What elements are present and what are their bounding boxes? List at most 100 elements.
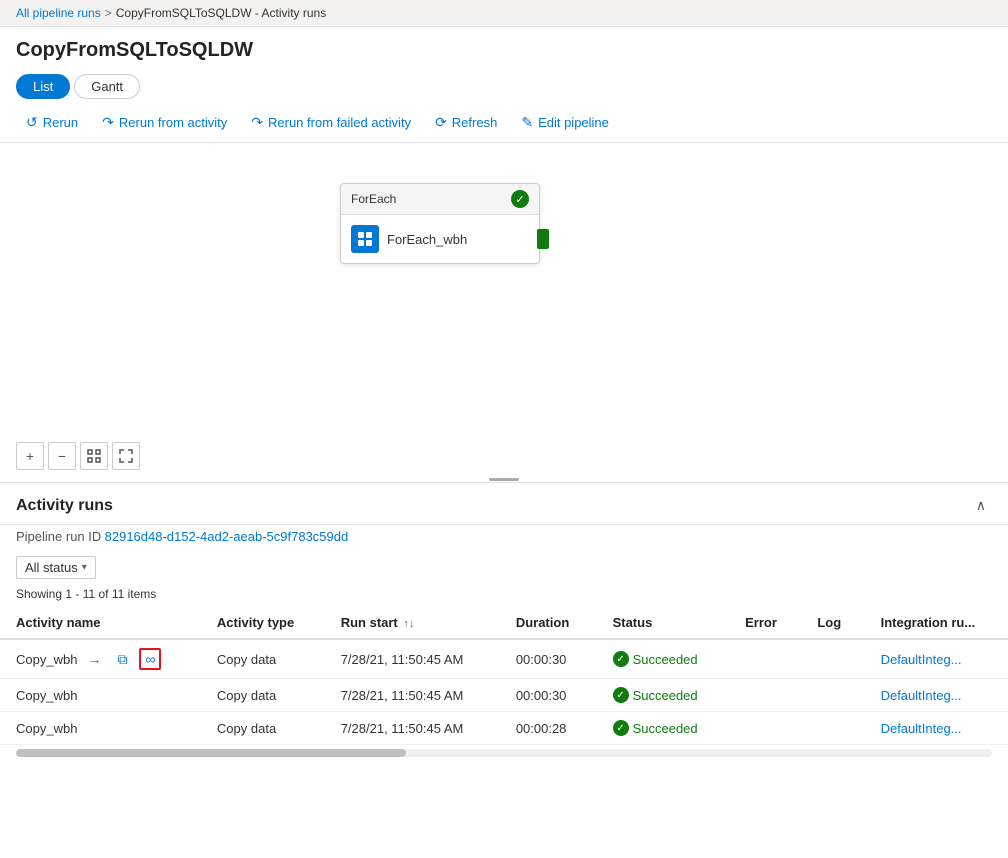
filter-bar: All status ▾ — [0, 552, 1008, 585]
rerun-from-activity-icon: ↷ — [102, 114, 114, 131]
duration-cell: 00:00:30 — [500, 679, 597, 712]
node-status-succeeded-icon: ✓ — [511, 190, 529, 208]
node-title: ForEach — [351, 192, 396, 206]
pipeline-node[interactable]: ForEach ✓ ForEach_wbh — [340, 183, 540, 264]
activity-type-cell: Copy data — [201, 679, 325, 712]
activity-type-cell: Copy data — [201, 712, 325, 745]
status-succeeded-icon: ✓ — [613, 651, 629, 667]
zoom-out-button[interactable]: − — [48, 442, 76, 470]
integration-runtime-cell[interactable]: DefaultInteg... — [865, 639, 1008, 679]
th-error[interactable]: Error — [729, 607, 801, 639]
table-body: Copy_wbh → ⧉ ∞ Copy data7/28/21, 11:50:45 AM… — [0, 639, 1008, 745]
navigate-activity-button[interactable]: → — [83, 648, 105, 670]
rerun-from-activity-label: Rerun from activity — [119, 115, 227, 130]
tab-list[interactable]: List — [16, 74, 70, 99]
node-connector — [537, 229, 549, 249]
fit-button[interactable] — [80, 442, 108, 470]
status-cell: ✓ Succeeded — [597, 639, 730, 679]
refresh-icon: ⟳ — [435, 114, 447, 131]
table-row: Copy_wbh → ⧉ ∞ Copy data7/28/21, 11:50:45 AM… — [0, 639, 1008, 679]
rerun-button[interactable]: ↺ Rerun — [16, 109, 88, 136]
activity-name-cell: Copy_wbh — [0, 679, 201, 712]
resize-indicator — [489, 478, 519, 481]
chevron-down-icon: ▾ — [82, 562, 87, 573]
refresh-label: Refresh — [452, 115, 498, 130]
pipeline-node-container: ForEach ✓ ForEach_wbh — [340, 183, 540, 264]
table-header: Activity name Activity type Run start ↑↓… — [0, 607, 1008, 639]
status-cell: ✓ Succeeded — [597, 679, 730, 712]
rerun-icon: ↺ — [26, 114, 38, 131]
status-filter-dropdown[interactable]: All status ▾ — [16, 556, 96, 579]
zoom-in-button[interactable]: + — [16, 442, 44, 470]
log-cell — [801, 679, 864, 712]
breadcrumb-separator: > — [105, 6, 112, 20]
th-integration-runtime[interactable]: Integration ru... — [865, 607, 1008, 639]
activity-name-cell: Copy_wbh — [0, 712, 201, 745]
canvas-resize-handle[interactable] — [484, 476, 524, 482]
refresh-button[interactable]: ⟳ Refresh — [425, 109, 507, 136]
error-cell — [729, 639, 801, 679]
activity-name-text: Copy_wbh — [16, 721, 77, 736]
status-succeeded-icon: ✓ — [613, 720, 629, 736]
edit-icon: ✎ — [521, 114, 533, 131]
canvas-controls: + − — [16, 442, 140, 470]
rerun-from-failed-button[interactable]: ↷ Rerun from failed activity — [241, 109, 421, 136]
run-start-cell: 7/28/21, 11:50:45 AM — [325, 712, 500, 745]
activity-type-cell: Copy data — [201, 639, 325, 679]
status-cell: ✓ Succeeded — [597, 712, 730, 745]
activity-runs-section: Activity runs ∧ Pipeline run ID 82916d48… — [0, 483, 1008, 834]
error-cell — [729, 679, 801, 712]
integration-runtime-cell[interactable]: DefaultInteg... — [865, 712, 1008, 745]
status-text: Succeeded — [633, 652, 698, 667]
filter-label: All status — [25, 560, 78, 575]
edit-pipeline-label: Edit pipeline — [538, 115, 609, 130]
run-start-cell: 7/28/21, 11:50:45 AM — [325, 639, 500, 679]
tab-gantt[interactable]: Gantt — [74, 74, 140, 99]
activity-runs-table: Activity name Activity type Run start ↑↓… — [0, 607, 1008, 745]
log-cell — [801, 712, 864, 745]
collapse-button[interactable]: ∧ — [970, 495, 992, 516]
node-header: ForEach ✓ — [341, 184, 539, 215]
fullscreen-button[interactable] — [112, 442, 140, 470]
toolbar: ↺ Rerun ↷ Rerun from activity ↷ Rerun fr… — [0, 103, 1008, 143]
status-text: Succeeded — [633, 721, 698, 736]
tabs-bar: List Gantt — [0, 70, 1008, 103]
node-activity-name: ForEach_wbh — [387, 232, 467, 247]
table-row: Copy_wbhCopy data7/28/21, 11:50:45 AM00:… — [0, 679, 1008, 712]
th-status[interactable]: Status — [597, 607, 730, 639]
input-output-button[interactable]: ∞ — [139, 648, 161, 670]
table-row: Copy_wbhCopy data7/28/21, 11:50:45 AM00:… — [0, 712, 1008, 745]
th-log[interactable]: Log — [801, 607, 864, 639]
rerun-from-failed-icon: ↷ — [251, 114, 263, 131]
activity-name-cell: Copy_wbh → ⧉ ∞ — [0, 639, 201, 679]
error-cell — [729, 712, 801, 745]
th-duration[interactable]: Duration — [500, 607, 597, 639]
rerun-from-failed-label: Rerun from failed activity — [268, 115, 411, 130]
pipeline-run-id-value[interactable]: 82916d48-d152-4ad2-aeab-5c9f783c59dd — [105, 529, 349, 544]
edit-pipeline-button[interactable]: ✎ Edit pipeline — [511, 109, 619, 136]
rerun-from-activity-button[interactable]: ↷ Rerun from activity — [92, 109, 237, 136]
duration-cell: 00:00:30 — [500, 639, 597, 679]
page-title-bar: CopyFromSQLToSQLDW — [0, 27, 1008, 70]
pipeline-run-id-label: Pipeline run ID — [16, 529, 101, 544]
page-title: CopyFromSQLToSQLDW — [16, 39, 992, 62]
th-activity-type[interactable]: Activity type — [201, 607, 325, 639]
sort-icon: ↑↓ — [403, 618, 414, 630]
breadcrumb-parent-link[interactable]: All pipeline runs — [16, 6, 101, 20]
horizontal-scrollbar[interactable] — [16, 749, 992, 757]
node-body: ForEach_wbh — [341, 215, 539, 263]
pipeline-run-id-bar: Pipeline run ID 82916d48-d152-4ad2-aeab-… — [0, 525, 1008, 552]
copy-id-button[interactable]: ⧉ — [111, 648, 133, 670]
rerun-label: Rerun — [43, 115, 78, 130]
activity-name-text: Copy_wbh — [16, 652, 77, 667]
section-header: Activity runs ∧ — [0, 483, 1008, 525]
section-title: Activity runs — [16, 497, 113, 515]
th-activity-name[interactable]: Activity name — [0, 607, 201, 639]
status-succeeded-icon: ✓ — [613, 687, 629, 703]
pipeline-canvas[interactable]: ForEach ✓ ForEach_wbh + − — [0, 143, 1008, 483]
activity-name-text: Copy_wbh — [16, 688, 77, 703]
table-container: Activity name Activity type Run start ↑↓… — [0, 607, 1008, 745]
th-run-start[interactable]: Run start ↑↓ — [325, 607, 500, 639]
status-text: Succeeded — [633, 688, 698, 703]
integration-runtime-cell[interactable]: DefaultInteg... — [865, 679, 1008, 712]
